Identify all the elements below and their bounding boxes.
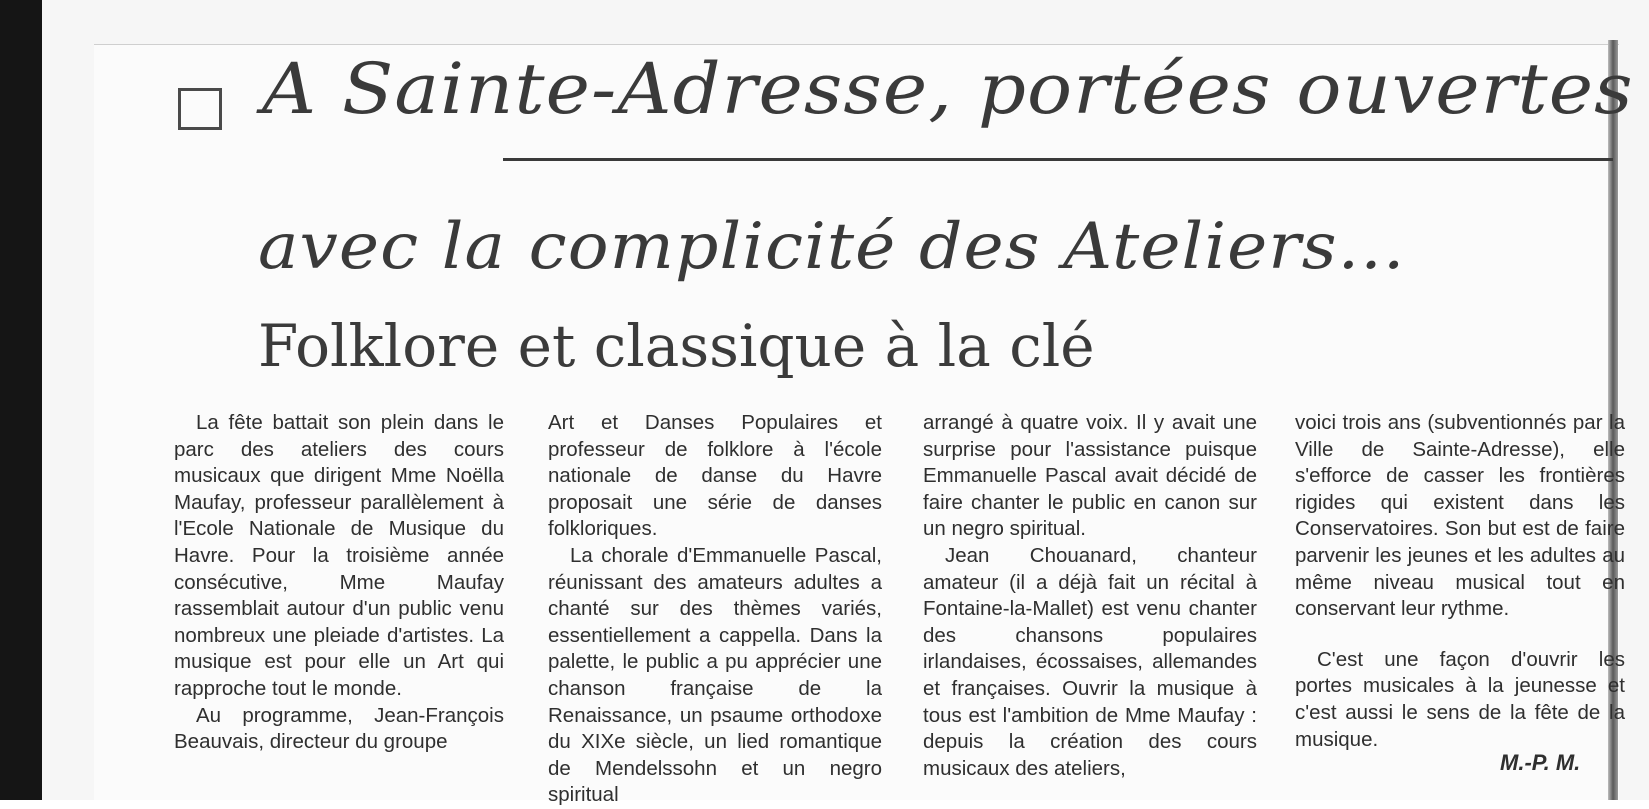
scan-edge xyxy=(0,0,42,800)
article-column-2: Art et Danses Populaires et professeur d… xyxy=(548,410,882,809)
headline-title-line2: avec la complicité des Ateliers... xyxy=(258,210,1406,284)
column-2-paragraph-1: Art et Danses Populaires et professeur d… xyxy=(548,411,882,541)
headline-rule xyxy=(503,158,1613,161)
article-subtitle: Folklore et classique à la clé xyxy=(258,312,1095,380)
column-3-paragraph-2: Jean Chouanard, chanteur amateur (il a d… xyxy=(923,543,1257,780)
column-1-paragraph-1: La fête battait son plein dans le parc d… xyxy=(174,411,504,700)
column-3-paragraph-1: arrangé à quatre voix. Il y avait une su… xyxy=(923,411,1257,541)
article-column-3: arrangé à quatre voix. Il y avait une su… xyxy=(923,410,1257,782)
article-column-4: voici trois ans (subventionnés par la Vi… xyxy=(1295,410,1625,753)
article-column-1: La fête battait son plein dans le parc d… xyxy=(174,410,504,756)
column-4-paragraph-1: voici trois ans (subventionnés par la Vi… xyxy=(1295,411,1625,621)
column-1-paragraph-2: Au programme, Jean-François Beauvais, di… xyxy=(174,703,504,754)
author-signature: M.-P. M. xyxy=(1500,750,1581,775)
column-4-paragraph-2: C'est une façon d'ouvrir les portes musi… xyxy=(1295,647,1625,751)
column-2-paragraph-2: La chorale d'Emmanuelle Pascal, réunissa… xyxy=(548,543,882,807)
headline-box-icon xyxy=(178,88,222,130)
headline-title: A Sainte-Adresse, portées ouvertes xyxy=(262,48,1634,130)
